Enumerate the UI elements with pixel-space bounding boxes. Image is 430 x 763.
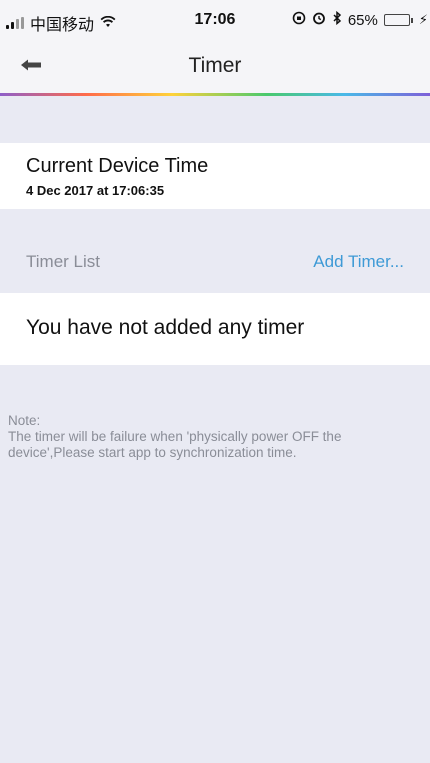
device-time-value: 4 Dec 2017 at 17:06:35 bbox=[26, 183, 165, 198]
add-timer-button[interactable]: Add Timer... bbox=[313, 252, 404, 272]
status-bar: 中国移动 17:06 65% ⚡ bbox=[0, 0, 430, 40]
rainbow-divider bbox=[0, 93, 430, 96]
note-body: The timer will be failure when 'physical… bbox=[8, 429, 342, 460]
timer-list-label: Timer List bbox=[26, 252, 100, 271]
battery-percent: 65% bbox=[347, 11, 378, 29]
battery-icon bbox=[383, 14, 413, 26]
device-time-title: Current Device Time bbox=[26, 155, 209, 177]
navigation-bar: Timer bbox=[0, 40, 430, 93]
timer-list-header: Timer List Add Timer... bbox=[0, 243, 430, 277]
note: Note: The timer will be failure when 'ph… bbox=[8, 413, 408, 461]
charging-icon: ⚡ bbox=[418, 12, 428, 27]
bluetooth-icon bbox=[332, 10, 342, 29]
status-right: 65% ⚡ bbox=[292, 10, 428, 29]
note-title: Note: bbox=[8, 413, 41, 428]
orientation-lock-icon bbox=[292, 11, 306, 29]
device-time-card: Current Device Time 4 Dec 2017 at 17:06:… bbox=[0, 143, 430, 209]
page-title: Timer bbox=[188, 54, 242, 77]
empty-message: You have not added any timer bbox=[26, 316, 305, 339]
timer-list-empty: You have not added any timer bbox=[0, 293, 430, 365]
alarm-icon bbox=[312, 11, 326, 29]
